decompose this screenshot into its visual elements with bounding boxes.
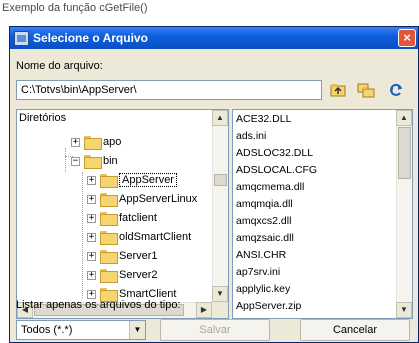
folders-icon[interactable] xyxy=(357,81,375,99)
tree-item-label: bin xyxy=(103,155,118,167)
scroll-down-icon[interactable]: ▼ xyxy=(396,302,412,318)
file-item[interactable]: amqxcs2.dll xyxy=(236,215,291,227)
scroll-thumb[interactable] xyxy=(398,127,411,179)
file-item[interactable]: ads.ini xyxy=(236,130,266,142)
folder-icon xyxy=(100,231,118,245)
tree-item-label: AppServer xyxy=(119,173,177,187)
file-item[interactable]: ANSI.CHR xyxy=(236,249,286,261)
expand-icon[interactable]: + xyxy=(87,175,96,185)
file-item[interactable]: applylic.key xyxy=(236,283,290,295)
tree-item-oldsmartclient[interactable]: + oldSmartClient xyxy=(87,229,191,245)
open-folder-icon xyxy=(84,155,102,169)
file-dialog: Selecione o Arquivo × Nome do arquivo: C… xyxy=(9,26,419,343)
file-item[interactable]: ACE32.DLL xyxy=(236,113,291,125)
tree-item-label: Server2 xyxy=(119,269,158,281)
file-item[interactable]: amqcmema.dll xyxy=(236,181,304,193)
folder-icon xyxy=(100,269,118,283)
tree-item-label: fatclient xyxy=(119,212,157,224)
tree-item-label: AppServerLinux xyxy=(119,193,198,205)
scroll-thumb[interactable] xyxy=(214,174,227,186)
path-input[interactable]: C:\Totvs\bin\AppServer\ xyxy=(16,80,322,100)
tree-item-label: apo xyxy=(103,136,122,148)
folder-icon xyxy=(84,136,102,150)
tree-item-label: Server1 xyxy=(119,250,158,262)
expand-icon[interactable]: + xyxy=(71,137,80,147)
open-folder-icon xyxy=(100,174,118,188)
tree-item-appserver[interactable]: + AppServer xyxy=(87,172,177,188)
file-list[interactable]: ACE32.DLL ads.ini ADSLOC32.DLL ADSLOCAL.… xyxy=(232,109,413,319)
file-type-value: Todos (*.*) xyxy=(21,324,73,336)
tree-item-appserverlinux[interactable]: + AppServerLinux xyxy=(87,191,197,207)
scroll-right-icon[interactable]: ▶ xyxy=(196,302,212,318)
page-caption: Exemplo da função cGetFile() xyxy=(2,2,148,14)
tree-item-fatclient[interactable]: + fatclient xyxy=(87,210,157,226)
folder-icon xyxy=(100,212,118,226)
expand-icon[interactable]: + xyxy=(87,232,96,242)
window-icon xyxy=(14,30,29,46)
tree-item-server1[interactable]: + Server1 xyxy=(87,248,158,264)
tree-vertical-scrollbar[interactable]: ▲ ▼ xyxy=(212,110,228,302)
directory-tree[interactable]: Diretórios + apo − bin + AppServer + App… xyxy=(16,109,229,319)
file-item[interactable]: amqzsaic.dll xyxy=(236,232,294,244)
close-button[interactable]: × xyxy=(398,29,416,47)
save-button[interactable]: Salvar xyxy=(160,319,270,341)
expand-icon[interactable]: + xyxy=(87,194,96,204)
files-vertical-scrollbar[interactable]: ▲ ▼ xyxy=(396,110,412,318)
tree-header: Diretórios xyxy=(19,112,67,124)
chevron-down-icon[interactable]: ▼ xyxy=(129,321,145,339)
folder-icon xyxy=(100,193,118,207)
scroll-up-icon[interactable]: ▲ xyxy=(212,110,228,126)
file-item[interactable]: ADSLOCAL.CFG xyxy=(236,164,317,176)
scrollbar-corner xyxy=(212,302,228,318)
collapse-icon[interactable]: − xyxy=(71,156,80,166)
file-item[interactable]: amqmqia.dll xyxy=(236,198,293,210)
tree-item-apo[interactable]: + apo xyxy=(71,134,121,150)
expand-icon[interactable]: + xyxy=(87,270,96,280)
folder-icon xyxy=(100,250,118,264)
filter-label: Listar apenas os arquivos do tipo: xyxy=(16,299,181,311)
tree-item-bin[interactable]: − bin xyxy=(71,153,118,169)
folder-up-icon[interactable] xyxy=(329,81,347,99)
scroll-down-icon[interactable]: ▼ xyxy=(212,286,228,302)
file-item[interactable]: ADSLOC32.DLL xyxy=(236,147,313,159)
scroll-up-icon[interactable]: ▲ xyxy=(396,110,412,126)
expand-icon[interactable]: + xyxy=(87,213,96,223)
cancel-button[interactable]: Cancelar xyxy=(300,319,410,341)
refresh-icon[interactable] xyxy=(387,81,405,99)
tree-item-label: oldSmartClient xyxy=(119,231,192,243)
expand-icon[interactable]: + xyxy=(87,251,96,261)
tree-item-server2[interactable]: + Server2 xyxy=(87,267,158,283)
path-label: Nome do arquivo: xyxy=(16,60,103,72)
file-item[interactable]: ap7srv.ini xyxy=(236,266,280,278)
dialog-title: Selecione o Arquivo xyxy=(33,31,148,45)
file-item[interactable]: AppServer.zip xyxy=(236,300,301,312)
title-bar[interactable]: Selecione o Arquivo × xyxy=(10,27,418,49)
file-type-select[interactable]: Todos (*.*) ▼ xyxy=(16,320,146,340)
expand-icon[interactable]: + xyxy=(87,289,96,299)
